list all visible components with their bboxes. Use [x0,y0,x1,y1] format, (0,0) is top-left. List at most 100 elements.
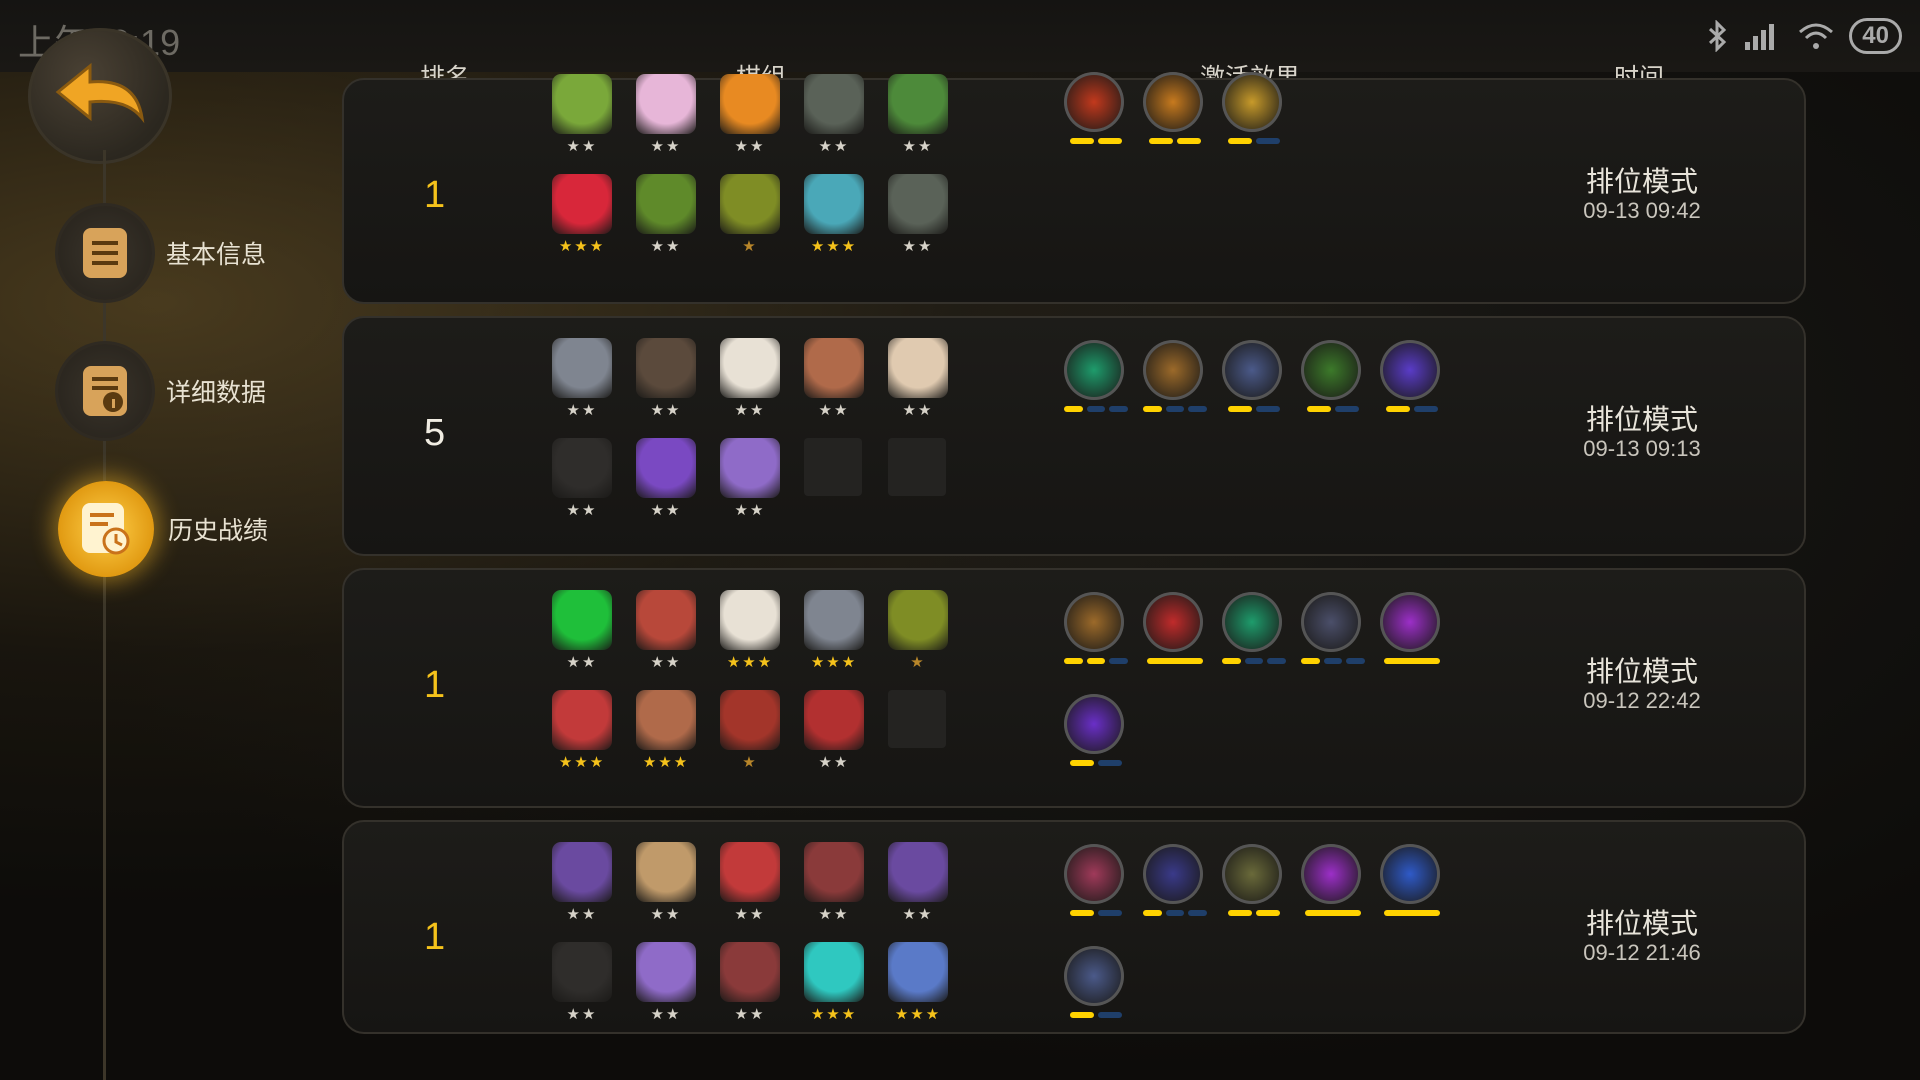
unit-slot[interactable]: ★★ [804,74,864,162]
unit-slot[interactable]: ★★ [636,338,696,426]
unit-slot[interactable]: ★★ [888,338,948,426]
history-row[interactable]: 1 ★★ ★★ ★★ ★★ ★★ ★★★ ★★ ★ ★★★ ★★ 排位模式 09-13 09:42 [342,72,1806,304]
trait-badge[interactable] [1380,844,1444,924]
unit-slot[interactable]: ★★ [636,438,696,526]
unit-slot[interactable]: ★★ [888,174,948,262]
unit-slot[interactable]: ★★ [636,74,696,162]
trait-badge[interactable] [1064,340,1129,420]
match-time: 09-13 09:13 [1583,436,1701,461]
unit-slot[interactable]: ★★ [720,338,780,426]
trait-badge[interactable] [1222,844,1286,924]
bow-icon [1301,340,1361,400]
trait-progress [1222,138,1286,144]
empty-slot [888,690,946,748]
trait-progress [1301,910,1365,916]
trait-badge[interactable] [1143,72,1207,152]
rank-value: 1 [424,916,446,958]
trait-pip [1301,658,1320,664]
trait-badge[interactable] [1064,694,1128,774]
unit-slot[interactable]: ★★ [804,338,864,426]
back-arrow-icon [55,62,145,124]
game-mode: 排位模式 [1585,165,1698,198]
unit-slot[interactable]: ★★ [552,438,612,526]
unit-slot[interactable]: ★★★ [804,942,864,1030]
sidebar-item-basic-info[interactable]: 基本信息 [58,206,266,300]
unit-slot[interactable]: ★★ [720,74,780,162]
unit-slot[interactable]: ★★ [804,690,864,778]
unit-portrait [888,942,948,1002]
back-button[interactable] [28,28,172,164]
unit-slot[interactable]: ★ [720,690,780,778]
rank-value: 1 [424,664,446,706]
unit-slot[interactable]: ★ [720,174,780,262]
trait-badge[interactable] [1301,340,1365,420]
trait-badge[interactable] [1380,340,1444,420]
footprint-icon [1222,340,1282,400]
unit-stars: ★ [742,753,758,771]
trait-badge[interactable] [1222,592,1287,672]
knight-icon [1064,844,1124,904]
trait-badge[interactable] [1143,844,1208,924]
unit-slot[interactable]: ★★ [636,590,696,678]
unit-slot[interactable]: ★ [888,590,948,678]
trait-pip [1335,406,1359,412]
sidebar-item-history[interactable]: 历史战绩 [58,481,268,577]
unit-slot[interactable]: ★★★ [888,942,948,1030]
unit-portrait [552,690,612,750]
trait-badge[interactable] [1064,946,1128,1026]
trait-badge[interactable] [1222,72,1286,152]
trait-badge[interactable] [1143,592,1207,672]
trait-badge[interactable] [1143,340,1208,420]
unit-slot[interactable]: ★★ [888,74,948,162]
unit-slot[interactable]: ★★ [888,842,948,930]
unit-slot[interactable]: ★★★ [552,690,612,778]
unit-slot[interactable]: ★★ [636,174,696,262]
unit-slot[interactable]: ★★★ [636,690,696,778]
trait-badge[interactable] [1064,72,1128,152]
match-time: 09-12 22:42 [1583,688,1701,713]
unit-stars: ★★ [650,237,682,255]
unit-slot[interactable]: ★★ [804,842,864,930]
unit-slot[interactable]: ★★ [552,842,612,930]
unit-slot[interactable]: ★★ [720,842,780,930]
trait-badge[interactable] [1380,592,1444,672]
unit-slot[interactable]: ★★★ [804,590,864,678]
beast-icon [1222,844,1282,904]
unit-portrait [804,590,864,650]
trait-pip [1143,910,1162,916]
unit-slot[interactable]: ★★ [552,74,612,162]
hand-icon [1064,694,1124,754]
trait-badge[interactable] [1222,340,1286,420]
unit-slot[interactable]: ★★ [552,338,612,426]
history-row[interactable]: 5 ★★ ★★ ★★ ★★ ★★ ★★ ★★ ★★ 排位模式 09-13 09:13 [342,316,1806,556]
status-icons: 40 [1707,14,1902,58]
trait-pip [1070,138,1094,144]
trait-progress [1222,658,1287,664]
trait-badge[interactable] [1064,592,1129,672]
unit-slot[interactable]: ★★ [720,942,780,1030]
unit-slot[interactable]: ★★★ [720,590,780,678]
sidebar-item-detailed-data[interactable]: 详细数据 [58,344,266,438]
unit-slot[interactable]: ★★ [552,942,612,1030]
unit-slot[interactable]: ★★ [720,438,780,526]
history-row[interactable]: 1 ★★ ★★ ★★ ★★ ★★ ★★ ★★ ★★ ★★★ ★★★ 排位模式 09-12 21:46 [342,820,1806,1034]
history-row[interactable]: 1 ★★ ★★ ★★★ ★★★ ★ ★★★ ★★★ ★ ★★ 排位模式 09-12 22:42 [342,568,1806,808]
unit-stars: ★★ [566,905,598,923]
unit-slot[interactable]: ★★★ [804,174,864,262]
trait-badge[interactable] [1301,844,1365,924]
unit-slot[interactable]: ★★ [552,590,612,678]
trait-badge[interactable] [1301,592,1366,672]
unit-slot[interactable]: ★★★ [552,174,612,262]
trait-pip [1307,406,1331,412]
unit-stars: ★★ [818,753,850,771]
unit-portrait [804,842,864,902]
trait-badge[interactable] [1064,844,1128,924]
trait-pip [1222,658,1241,664]
unit-slot [888,438,948,526]
trait-progress [1064,1012,1128,1018]
unit-stars: ★★★ [810,1005,858,1023]
unit-slot[interactable]: ★★ [636,842,696,930]
trait-pip [1165,910,1185,916]
unit-slot[interactable]: ★★ [636,942,696,1030]
trait-pip [1070,760,1094,766]
